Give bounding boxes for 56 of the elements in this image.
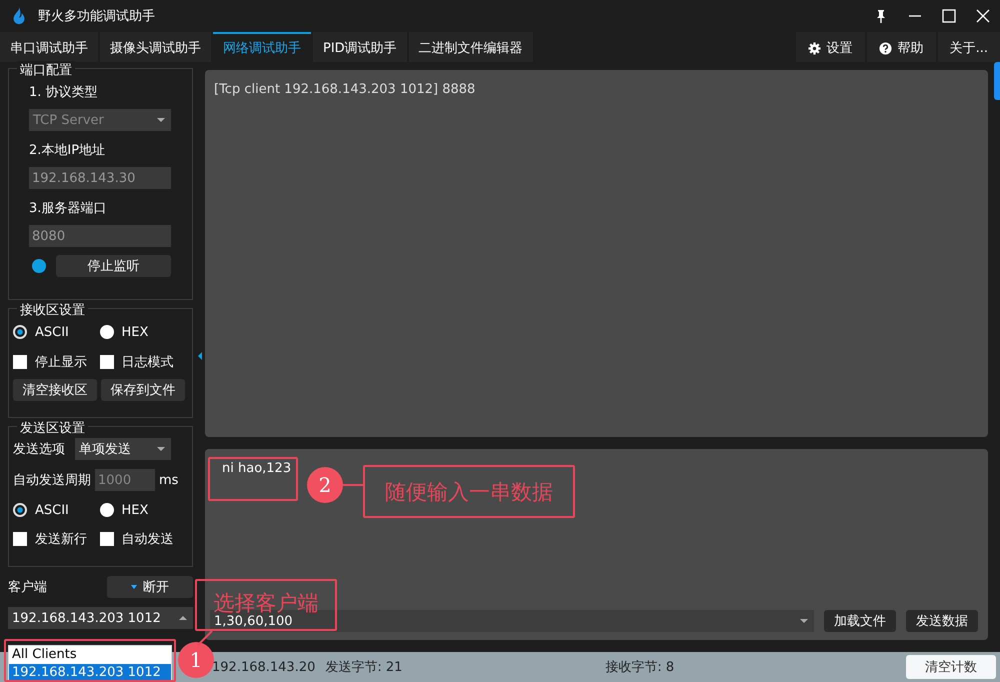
disconnect-button[interactable]: 断开: [107, 576, 193, 598]
tab[interactable]: PID调试助手: [313, 32, 407, 62]
radio-button[interactable]: [13, 503, 27, 517]
send-text: ni hao,123: [222, 461, 292, 476]
unit-label: ms: [159, 472, 178, 488]
leader-line: [343, 484, 363, 486]
field-label: 发送选项: [13, 441, 65, 458]
received-text: [Tcp client 192.168.143.203 1012] 8888: [214, 82, 476, 97]
send-option-dropdown[interactable]: 单项发送: [75, 438, 171, 460]
group-title: 接收区设置: [17, 301, 88, 319]
radio-label: ASCII: [35, 324, 69, 340]
checkbox-label: 日志模式: [122, 354, 174, 371]
field-label: 3.服务器端口: [29, 200, 108, 218]
reset-count-button[interactable]: 清空计数: [906, 655, 996, 679]
field-label: 2.本地IP地址: [29, 142, 106, 160]
action-button[interactable]: 发送数据: [906, 610, 978, 632]
help-icon: [878, 42, 892, 54]
tab[interactable]: 摄像头调试助手: [100, 32, 211, 62]
menu-button[interactable]: 设置: [796, 32, 865, 62]
sent-count: 发送字节: 21: [325, 659, 404, 676]
stop-listen-button[interactable]: 停止监听: [56, 255, 171, 277]
window-title: 野火多功能调试助手: [38, 8, 155, 25]
action-button[interactable]: 清空接收区: [13, 379, 97, 401]
menu-button[interactable]: 关于...: [938, 32, 1000, 62]
action-button[interactable]: 加载文件: [824, 610, 896, 632]
dropdown-option[interactable]: All Clients: [9, 646, 171, 664]
checkbox[interactable]: [100, 532, 114, 546]
field-label: 自动发送周期: [13, 472, 91, 489]
radio-label: HEX: [122, 324, 148, 340]
radio-label: ASCII: [35, 502, 69, 518]
action-button[interactable]: 保存到文件: [101, 379, 185, 401]
status-client: 192.168.143.20: [212, 660, 316, 674]
receive-area[interactable]: [Tcp client 192.168.143.203 1012] 8888: [205, 70, 988, 437]
ip-field[interactable]: 192.168.143.30: [29, 167, 171, 189]
checkbox[interactable]: [13, 355, 27, 369]
port-field[interactable]: 8080: [29, 225, 171, 247]
tab[interactable]: 二进制文件编辑器: [408, 32, 533, 62]
field-label: 1. 协议类型: [29, 84, 99, 102]
settings-icon: [808, 42, 821, 54]
radio-button[interactable]: [13, 325, 27, 339]
close-icon[interactable]: [976, 9, 990, 23]
client-dropdown[interactable]: 192.168.143.203 1012: [8, 607, 193, 629]
checkbox-label: 停止显示: [35, 354, 87, 371]
received-count: 接收字节: 8: [605, 659, 674, 676]
step-number: 1: [178, 642, 214, 678]
tab[interactable]: 串口调试助手: [0, 32, 98, 62]
checkbox[interactable]: [13, 532, 27, 546]
radio-label: HEX: [122, 502, 148, 518]
menu-button[interactable]: 帮助: [866, 32, 936, 62]
checkbox-label: 发送新行: [35, 531, 87, 548]
maximize-icon[interactable]: [942, 9, 956, 23]
field-label: 客户端: [8, 579, 47, 596]
checkbox-label: 自动发送: [122, 531, 174, 548]
callout-box: 随便输入一串数据: [363, 465, 575, 518]
group-title: 端口配置: [17, 61, 75, 79]
checkbox[interactable]: [100, 355, 114, 369]
